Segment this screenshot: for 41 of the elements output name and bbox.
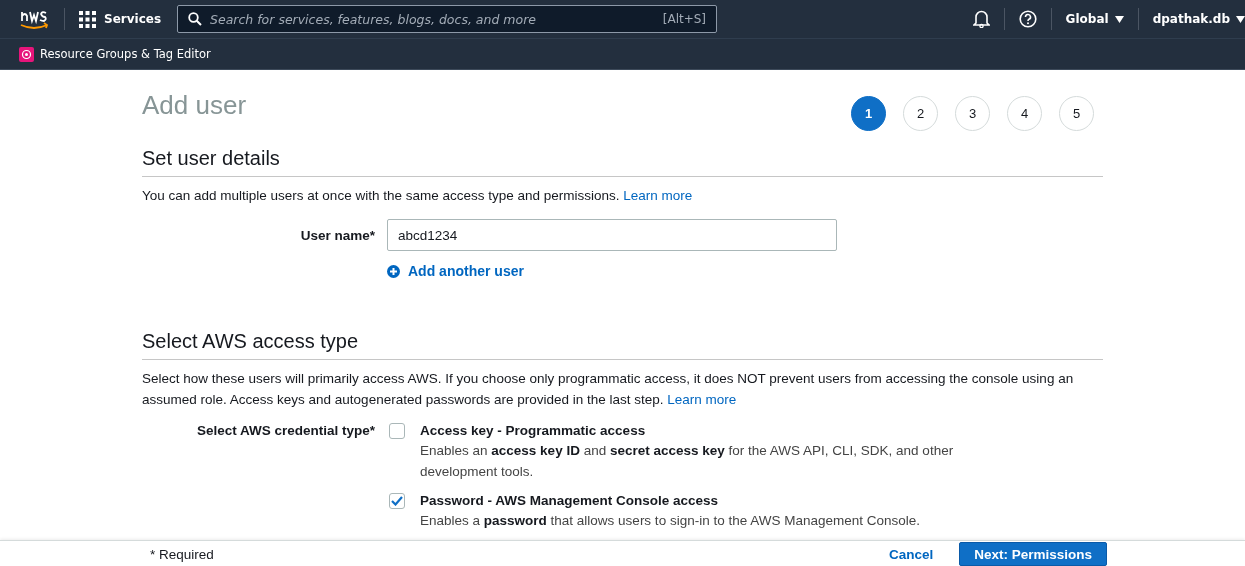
caret-icon bbox=[1236, 15, 1245, 23]
section-heading: Select AWS access type bbox=[142, 329, 1103, 360]
learn-more-link[interactable]: Learn more bbox=[623, 188, 693, 203]
next-permissions-button[interactable]: Next: Permissions bbox=[959, 542, 1107, 566]
service-icon bbox=[19, 46, 34, 62]
option-title: Access key - Programmatic access bbox=[420, 422, 647, 440]
step-indicator[interactable]: 3 bbox=[955, 96, 990, 131]
option-description: Enables an access key ID and secret access key for the AWS API, CLI, SDK, and other development tools. bbox=[420, 442, 955, 481]
notifications-bell-icon[interactable] bbox=[972, 10, 990, 28]
account-menu-button[interactable]: dpathak.db bbox=[1152, 12, 1245, 26]
option-description: Enables a password that allows users to sign-in to the AWS Management Console. bbox=[420, 512, 922, 530]
step-indicator[interactable]: 2 bbox=[903, 96, 938, 131]
aws-logo-icon[interactable] bbox=[18, 8, 50, 30]
add-icon bbox=[387, 264, 400, 278]
search-icon bbox=[188, 12, 203, 26]
option-title: Password - AWS Management Console access bbox=[420, 492, 720, 510]
checkbox[interactable] bbox=[389, 423, 405, 439]
section-heading: Set user details bbox=[142, 146, 1103, 177]
help-icon[interactable] bbox=[1018, 10, 1037, 28]
search-field[interactable]: Search for services, features, blogs, docs, and more [Alt+S] bbox=[177, 5, 718, 33]
checkbox[interactable] bbox=[389, 493, 405, 509]
section-description: You can add multiple users at once with the same access type and permissions. Learn more bbox=[142, 187, 694, 205]
user-name-field[interactable]: abcd1234 bbox=[387, 219, 837, 251]
services-menu-button[interactable]: Services bbox=[79, 10, 162, 28]
favorite-service-link[interactable]: Resource Groups & Tag Editor bbox=[19, 46, 211, 62]
search-input[interactable]: Search for services, features, blogs, docs, and more bbox=[210, 11, 655, 27]
learn-more-link[interactable]: Learn more bbox=[667, 392, 737, 407]
field-label: Select AWS credential type* bbox=[195, 422, 375, 440]
required-note: * Required bbox=[150, 546, 214, 562]
keyboard-shortcut: [Alt+S] bbox=[662, 12, 707, 26]
step-indicator[interactable]: 1 bbox=[851, 96, 886, 131]
section-description: Select how these users will primarily access AWS. If you choose only programmatic access, it does NOT prevent users from accessing the console using an assumed role. Access keys and autogenerated passwords are provided in the last step. Learn more bbox=[142, 370, 1075, 409]
field-label: User name* bbox=[299, 227, 375, 243]
add-another-user-link[interactable]: Add another user bbox=[387, 263, 524, 279]
cancel-button[interactable]: Cancel bbox=[888, 546, 934, 562]
region-menu-button[interactable]: Global bbox=[1065, 12, 1124, 26]
caret-icon bbox=[1114, 15, 1124, 23]
page-title: Add user bbox=[142, 90, 247, 120]
grid-icon bbox=[79, 10, 96, 28]
step-indicator[interactable]: 5 bbox=[1059, 96, 1094, 131]
step-indicator[interactable]: 4 bbox=[1007, 96, 1042, 131]
